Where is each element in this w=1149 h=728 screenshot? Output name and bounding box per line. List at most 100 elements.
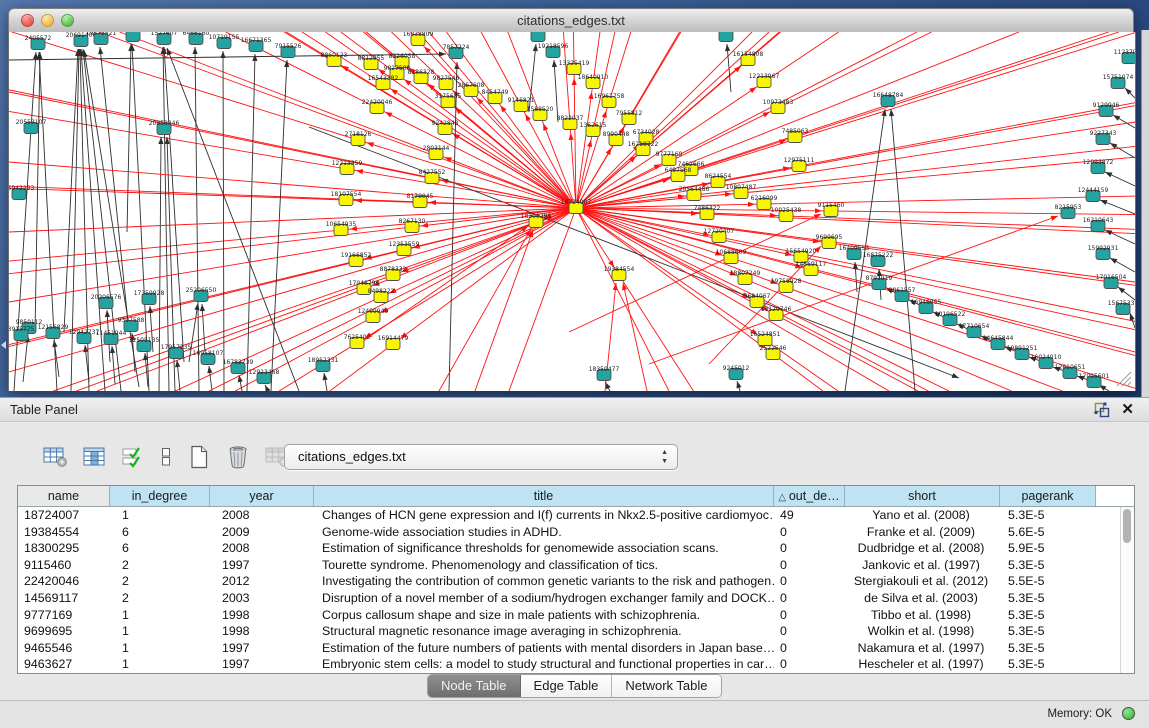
- table-row[interactable]: 911546021997Tourette syndrome. Phenomeno…: [18, 557, 1134, 574]
- graph-node-label: 8878332: [380, 266, 407, 273]
- column-header-in-degree[interactable]: in_degree: [110, 486, 210, 506]
- edge-arrowhead-icon: [881, 109, 886, 116]
- cell-title: Embryonic stem cells: a model to study s…: [314, 656, 774, 673]
- tab-edge-table[interactable]: Edge Table: [521, 675, 613, 697]
- graph-node-label: 10533287: [118, 32, 149, 34]
- graph-node-label: 2405572: [25, 35, 52, 42]
- edge-arrowhead-icon: [749, 87, 756, 93]
- graph-node-label: 20553107: [16, 119, 47, 126]
- table-row[interactable]: 2242004622012Investigating the contribut…: [18, 573, 1134, 590]
- graph-node-label: 16524851: [750, 331, 781, 338]
- column-header-short[interactable]: short: [845, 486, 1000, 506]
- column-header-year[interactable]: year: [210, 486, 314, 506]
- edge-arrowhead-icon: [587, 140, 592, 147]
- column-header-title[interactable]: title: [314, 486, 774, 506]
- graph-node-label: 17710654: [959, 323, 990, 330]
- graph-node-label: 19166852: [341, 252, 372, 259]
- graph-node-label: 20564486: [679, 186, 710, 193]
- network-view-window[interactable]: citations_edges.txt 18724007183002952242…: [8, 8, 1134, 391]
- cell-title: Changes of HCN gene expression and I(f) …: [314, 507, 774, 524]
- table-row[interactable]: 977716911998Corpus callosum shape and si…: [18, 607, 1134, 624]
- edge-arrowhead-icon: [853, 262, 858, 269]
- graph-node-label: 8990448: [603, 131, 630, 138]
- graph-node-label: 6466160: [183, 32, 210, 37]
- graph-node-label: 9777169: [656, 151, 683, 158]
- graph-node-label: 18107554: [331, 191, 362, 198]
- memory-indicator-icon[interactable]: [1122, 707, 1135, 720]
- graph-node-label: 15751074: [1103, 74, 1134, 81]
- table-vertical-scrollbar[interactable]: [1120, 507, 1134, 673]
- column-header-name[interactable]: name: [18, 486, 110, 506]
- column-header-out-de[interactable]: △ out_de…: [774, 486, 845, 506]
- cell-pagerank: 5.3E-5: [1000, 623, 1096, 640]
- cell-year: 2008: [210, 507, 314, 524]
- cell-in-degree: 1: [110, 640, 210, 657]
- edge-arrowhead-icon: [404, 79, 411, 85]
- scrollbar-thumb[interactable]: [1123, 509, 1131, 543]
- graph-edge: [9, 188, 576, 208]
- zoom-button[interactable]: [61, 14, 74, 27]
- close-button[interactable]: [21, 14, 34, 27]
- graph-node-label: 19756928: [771, 278, 802, 285]
- graph-node-label: 10196522: [935, 311, 966, 318]
- edge-arrowhead-icon: [148, 306, 153, 313]
- graph-node-label: 16946055: [911, 299, 942, 306]
- network-canvas[interactable]: 1872400718300295224200469242848271812612…: [9, 32, 1135, 391]
- cell-name: 18300295: [18, 540, 110, 557]
- cell-year: 2008: [210, 540, 314, 557]
- window-resize-grip[interactable]: [1127, 382, 1131, 386]
- graph-node-label: 17957235: [161, 344, 192, 351]
- cell-pagerank: 5.3E-5: [1000, 640, 1096, 657]
- select-rows-icon[interactable]: [118, 442, 148, 472]
- cell-pagerank: 5.5E-5: [1000, 573, 1096, 590]
- column-narrow-icon[interactable]: [157, 442, 175, 472]
- edge-arrowhead-icon: [439, 51, 446, 56]
- close-panel-icon[interactable]: ✕: [1121, 399, 1134, 421]
- tab-node-table[interactable]: Node Table: [428, 675, 521, 697]
- graph-node-label: 9245012: [723, 365, 750, 372]
- graph-node-label: 15992931: [1088, 245, 1119, 252]
- column-header-pagerank[interactable]: pagerank: [1000, 486, 1096, 506]
- graph-edge: [359, 226, 528, 344]
- table-row[interactable]: 1830029562008Estimation of significance …: [18, 540, 1134, 557]
- cell-title: Structural magnetic resonance image aver…: [314, 623, 774, 640]
- graph-node-label: 18300295: [521, 213, 552, 220]
- memory-status-label: Memory: OK: [1047, 708, 1112, 720]
- edge-arrowhead-icon: [367, 142, 374, 147]
- minimize-button[interactable]: [41, 14, 54, 27]
- table-row[interactable]: 946362711997Embryonic stem cells: a mode…: [18, 656, 1134, 673]
- table-select-dropdown[interactable]: citations_edges.txt ▲▼: [284, 444, 678, 470]
- graph-node-label: 11237011: [1114, 49, 1135, 56]
- cell-short: Franke et al. (2009): [845, 524, 1000, 541]
- cell-pagerank: 5.3E-5: [1000, 607, 1096, 624]
- graph-node-label: 20206576: [91, 294, 122, 301]
- edge-arrowhead-icon: [1110, 258, 1117, 264]
- float-panel-icon[interactable]: [1094, 402, 1111, 418]
- table-settings-icon[interactable]: [40, 442, 70, 472]
- table-row[interactable]: 1456911722003Disruption of a novel membe…: [18, 590, 1134, 607]
- new-document-icon[interactable]: [184, 442, 214, 472]
- desktop-right-edge: [1141, 30, 1149, 397]
- graph-node-label: 12213967: [749, 73, 780, 80]
- cell-pagerank: 5.3E-5: [1000, 557, 1096, 574]
- cell-short: Wolkin et al. (1998): [845, 623, 1000, 640]
- window-resize-grip[interactable]: [1122, 377, 1131, 386]
- tab-network-table[interactable]: Network Table: [612, 675, 720, 697]
- table-row[interactable]: 1938455462009Genome-wide association stu…: [18, 524, 1134, 541]
- graph-node-label: 8812955: [358, 55, 385, 62]
- cell-title: Investigating the contribution of common…: [314, 573, 774, 590]
- window-title-bar[interactable]: citations_edges.txt: [8, 8, 1134, 33]
- table-row[interactable]: 969969511998Structural magnetic resonanc…: [18, 623, 1134, 640]
- graph-node-label: 8822037: [557, 115, 584, 122]
- table-row[interactable]: 1872400712008Changes of HCN gene express…: [18, 507, 1134, 524]
- graph-node-label: 14569117: [796, 261, 827, 268]
- cell-name: 9777169: [18, 607, 110, 624]
- column-visibility-icon[interactable]: [79, 442, 109, 472]
- table-row[interactable]: 946554611997Estimation of the future num…: [18, 640, 1134, 657]
- cell-out-de: 0: [774, 573, 845, 590]
- edge-arrowhead-icon: [200, 304, 205, 311]
- delete-rows-trash-icon[interactable]: [223, 442, 253, 472]
- sort-ascending-icon: △: [778, 492, 788, 503]
- graph-node-label: 12409949: [358, 308, 389, 315]
- graph-node-label: 16154808: [733, 51, 764, 58]
